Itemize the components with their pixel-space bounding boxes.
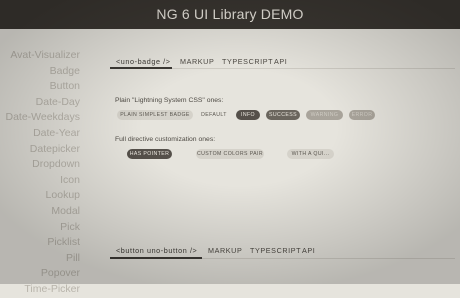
badge-error: ERROR — [349, 110, 375, 120]
sidebar-item-pill[interactable]: Pill — [0, 251, 80, 267]
sidebar-item-picklist[interactable]: Picklist — [0, 235, 80, 251]
tab-api[interactable]: API — [302, 246, 315, 255]
badge-success: SUCCESS — [266, 110, 300, 120]
badge-info: INFO — [236, 110, 260, 120]
directive-badges-label: Full directive customization ones: — [115, 136, 216, 143]
plain-badges-label: Plain "Lightning System CSS" ones: — [115, 97, 224, 104]
sidebar-item-pick[interactable]: Pick — [0, 220, 80, 236]
tab-typescript[interactable]: TYPESCRIPT — [222, 57, 273, 66]
badge-has-pointer[interactable]: HAS POINTER — [127, 149, 172, 159]
app-title: NG 6 UI Library DEMO — [156, 6, 304, 22]
tab-uno-badge[interactable]: <uno-badge /> — [116, 57, 171, 66]
sidebar-item-icon[interactable]: Icon — [0, 173, 80, 189]
tab-typescript[interactable]: TYPESCRIPT — [250, 246, 301, 255]
sidebar-item-datepicker[interactable]: Datepicker — [0, 142, 80, 158]
active-tab-indicator — [110, 67, 172, 69]
tab-api[interactable]: API — [274, 57, 287, 66]
sidebar-item-time-picker[interactable]: Time-Picker — [0, 282, 80, 298]
active-tab-indicator — [110, 257, 202, 259]
badge-custom-colors-pair: CUSTOM COLORS PAIR — [196, 149, 264, 159]
sidebar-item-date-year[interactable]: Date-Year — [0, 126, 80, 142]
app-header: NG 6 UI Library DEMO — [0, 0, 460, 29]
tab-uno-button[interactable]: <button uno-button /> — [116, 246, 197, 255]
badge-with-a-qui: WITH A QUI... — [287, 149, 334, 159]
sidebar-item-dropdown[interactable]: Dropdown — [0, 157, 80, 173]
sidebar-item-lookup[interactable]: Lookup — [0, 188, 80, 204]
sidebar-nav: Avat-Visualizer Badge Button Date-Day Da… — [0, 48, 80, 298]
sidebar-item-popover[interactable]: Popover — [0, 266, 80, 282]
sidebar-item-date-day[interactable]: Date-Day — [0, 95, 80, 111]
badge-plain-simplest: PLAIN SIMPLEST BADGE — [117, 110, 193, 120]
badge-warning: WARNING — [306, 110, 343, 120]
sidebar-item-date-weekdays[interactable]: Date-Weekdays — [0, 110, 80, 126]
sidebar-item-badge[interactable]: Badge — [0, 64, 80, 80]
badge-default: DEFAULT — [201, 112, 227, 118]
sidebar-item-button[interactable]: Button — [0, 79, 80, 95]
sidebar-item-avat-visualizer[interactable]: Avat-Visualizer — [0, 48, 80, 64]
tab-markup[interactable]: MARKUP — [180, 57, 214, 66]
sidebar-item-modal[interactable]: Modal — [0, 204, 80, 220]
tab-markup[interactable]: MARKUP — [208, 246, 242, 255]
